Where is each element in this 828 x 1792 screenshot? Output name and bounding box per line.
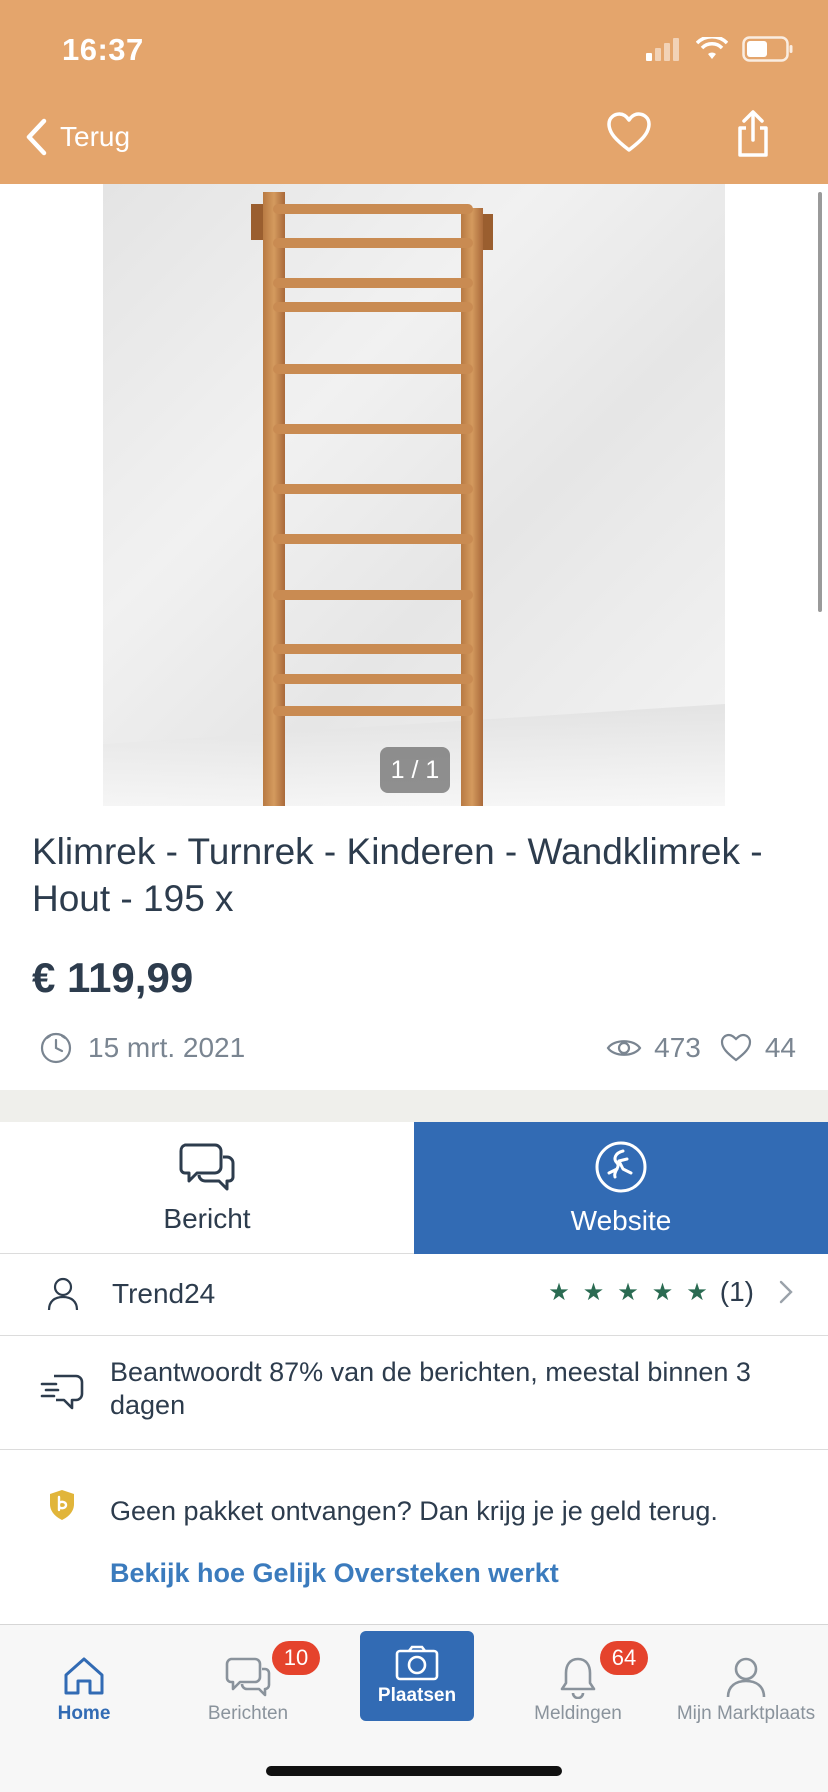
rating-count: (1) bbox=[719, 1276, 754, 1307]
listing-info: Klimrek - Turnrek - Kinderen - Wandklimr… bbox=[0, 806, 828, 1090]
listing-stats: 473 44 bbox=[606, 1032, 796, 1064]
tab-my-marktplaats[interactable]: Mijn Marktplaats bbox=[664, 1635, 828, 1725]
rating-stars: ★ ★ ★ ★ ★ bbox=[548, 1278, 708, 1307]
back-label: Terug bbox=[60, 121, 131, 152]
website-button[interactable]: Website bbox=[414, 1122, 828, 1254]
section-divider bbox=[0, 1090, 828, 1122]
favorites-count: 44 bbox=[764, 1032, 796, 1063]
tab-place-ad[interactable]: Plaatsen bbox=[360, 1631, 474, 1721]
wifi-icon bbox=[696, 37, 728, 59]
messages-badge: 10 bbox=[272, 1641, 320, 1675]
photo-counter: 1 / 1 bbox=[380, 747, 450, 793]
seller-rating: ★ ★ ★ ★ ★ (1) bbox=[548, 1276, 794, 1308]
back-button[interactable]: Terug bbox=[24, 118, 130, 156]
listing-price: € 119,99 bbox=[32, 954, 194, 1001]
response-rate-text: Beantwoordt 87% van de berichten, meesta… bbox=[110, 1357, 751, 1420]
seller-name: Trend24 bbox=[112, 1278, 216, 1309]
wall-bars-illustration bbox=[103, 192, 725, 806]
user-icon bbox=[726, 1657, 766, 1698]
response-rate-row: Beantwoordt 87% van de berichten, meesta… bbox=[0, 1336, 828, 1450]
wall-bars-photo[interactable] bbox=[103, 184, 725, 806]
top-header: 16:37 Terug bbox=[0, 0, 828, 184]
battery-icon bbox=[742, 36, 793, 62]
listing-date: 15 mrt. 2021 bbox=[40, 1032, 245, 1064]
wall-bars-rungs bbox=[273, 204, 473, 716]
camera-icon bbox=[395, 1645, 439, 1681]
listing-date-text: 15 mrt. 2021 bbox=[88, 1032, 246, 1063]
tab-home-label: Home bbox=[57, 1703, 111, 1724]
user-icon bbox=[47, 1277, 79, 1311]
share-icon[interactable] bbox=[736, 110, 770, 158]
home-icon bbox=[64, 1657, 104, 1695]
tab-mine-label: Mijn Marktplaats bbox=[676, 1703, 816, 1724]
tab-messages-label: Berichten bbox=[207, 1703, 289, 1724]
star-icon: ★ bbox=[617, 1278, 639, 1306]
status-time: 16:37 bbox=[62, 32, 144, 67]
scrollbar[interactable] bbox=[818, 192, 822, 612]
tab-place-label: Plaatsen bbox=[377, 1685, 457, 1706]
seller-row[interactable]: Trend24 ★ ★ ★ ★ ★ (1) bbox=[0, 1254, 828, 1336]
guarantee-text: Geen pakket ontvangen? Dan krijg je je g… bbox=[110, 1496, 718, 1526]
chevron-right-icon bbox=[779, 1280, 793, 1304]
notifications-badge: 64 bbox=[600, 1641, 648, 1675]
chat-bubbles-icon bbox=[225, 1657, 271, 1697]
clock-icon bbox=[40, 1032, 72, 1064]
star-icon: ★ bbox=[582, 1278, 605, 1306]
tab-home[interactable]: Home bbox=[4, 1635, 164, 1725]
listing-title: Klimrek - Turnrek - Kinderen - Wandklimr… bbox=[32, 831, 763, 919]
chevron-left-icon bbox=[26, 118, 47, 156]
guarantee-row: Geen pakket ontvangen? Dan krijg je je g… bbox=[0, 1450, 828, 1614]
views-count: 473 bbox=[654, 1032, 701, 1063]
star-icon: ★ bbox=[686, 1278, 708, 1306]
website-label: Website bbox=[570, 1205, 672, 1236]
star-icon: ★ bbox=[651, 1278, 674, 1306]
heart-icon[interactable] bbox=[606, 112, 652, 154]
guarantee-link[interactable]: Bekijk hoe Gelijk Oversteken werkt bbox=[110, 1558, 559, 1589]
shield-icon bbox=[50, 1490, 74, 1520]
star-icon: ★ bbox=[548, 1278, 570, 1306]
home-indicator[interactable] bbox=[266, 1766, 562, 1776]
signal-icon bbox=[646, 38, 679, 61]
contact-actions: Bericht Website bbox=[0, 1122, 828, 1254]
status-icons bbox=[646, 36, 794, 62]
tab-notifications-label: Meldingen bbox=[534, 1703, 622, 1724]
photo-gallery[interactable]: 1 / 1 bbox=[0, 184, 828, 806]
message-button[interactable]: Bericht bbox=[0, 1122, 414, 1254]
fast-reply-icon bbox=[40, 1374, 84, 1410]
bell-icon bbox=[560, 1657, 596, 1699]
globe-runner-icon bbox=[595, 1141, 647, 1193]
heart-outline-icon bbox=[720, 1033, 751, 1062]
tab-messages[interactable]: Berichten 10 bbox=[168, 1635, 328, 1725]
chat-bubbles-icon bbox=[179, 1143, 235, 1190]
message-label: Bericht bbox=[163, 1202, 251, 1234]
tab-notifications[interactable]: Meldingen 64 bbox=[498, 1635, 658, 1725]
eye-icon bbox=[606, 1040, 642, 1056]
